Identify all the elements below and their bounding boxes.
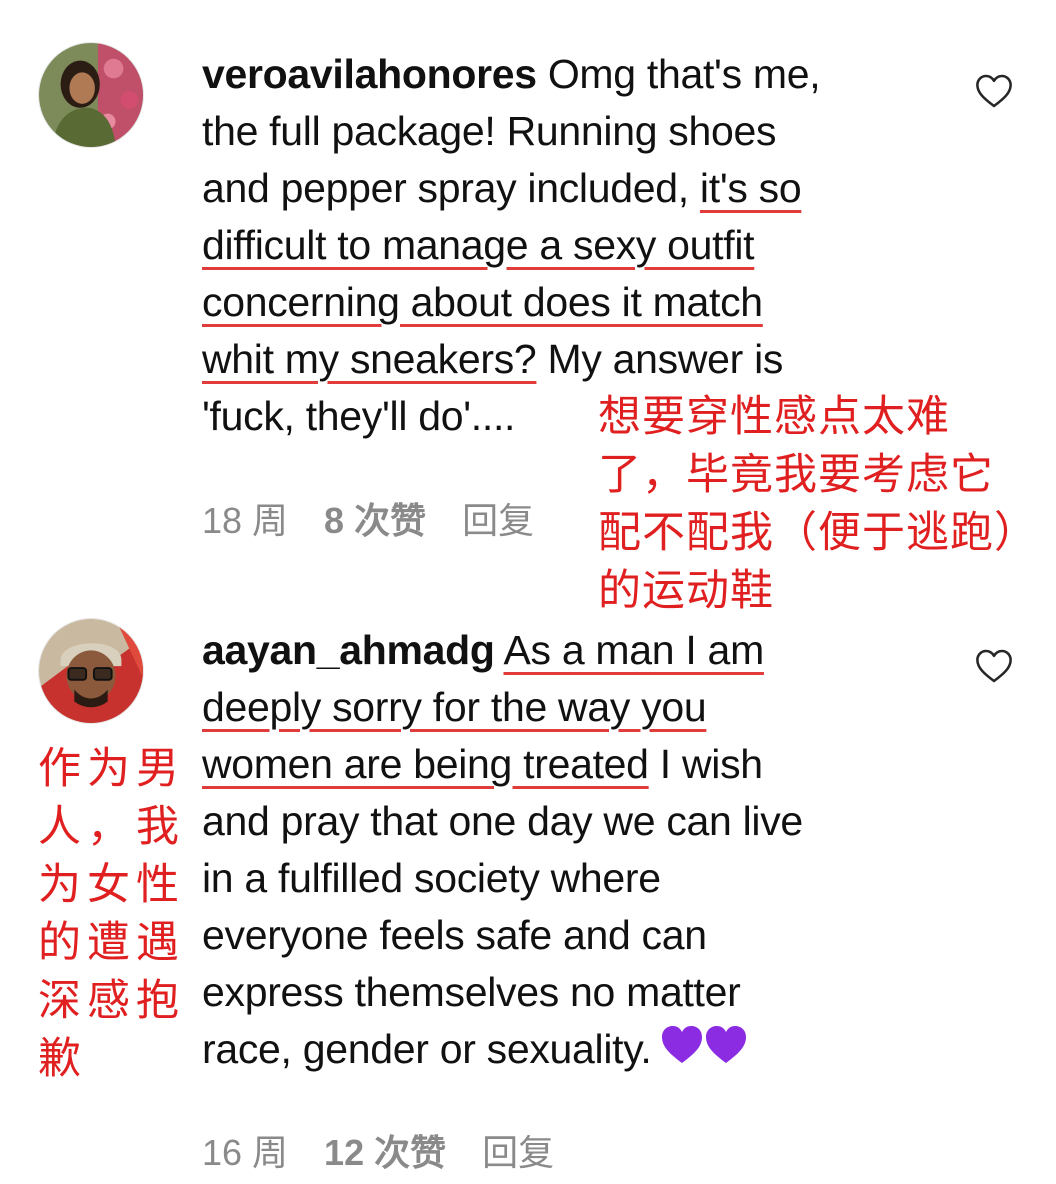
comment-body-segment: I wish <box>648 741 763 787</box>
avatar-photo-woman <box>39 43 143 147</box>
reply-button[interactable]: 回复 <box>462 500 534 541</box>
avatar-aayan-ahmadg[interactable] <box>38 618 144 724</box>
avatar-veroavilahonores[interactable] <box>38 42 144 148</box>
like-count[interactable]: 12 次赞 <box>324 1132 446 1173</box>
comment-body-segment: everyone feels safe and can <box>202 912 707 958</box>
comment-meta: 18 周 8 次赞 回复 <box>202 492 570 544</box>
underlined-segment: concerning about does it match <box>202 279 763 325</box>
avatar-photo-man <box>39 619 143 723</box>
underlined-segment: whit my sneakers? <box>202 336 537 382</box>
underlined-segment: women are being treated <box>202 741 649 787</box>
comment-username[interactable]: aayan_ahmadg <box>202 627 495 673</box>
reply-button[interactable]: 回复 <box>482 1132 554 1173</box>
purple-heart-emoji <box>660 1024 748 1081</box>
comment-text: aayan_ahmadg As a man I am deeply sorry … <box>202 622 922 1081</box>
comment-time: 18 周 <box>202 500 289 541</box>
red-annotation: 作为男人，我为女性的遭遇深感抱歉 <box>38 744 185 1084</box>
comment-body-segment: in a fulfilled society where <box>202 855 661 901</box>
comment-body-segment: and pepper spray included, <box>202 165 700 211</box>
red-annotation: 想要穿性感点太难了，毕竟我要考虑它配不配我（便于逃跑）的运动鞋 <box>598 392 1017 616</box>
underlined-segment: As a man I am <box>503 627 765 673</box>
comment-body-segment: My answer is <box>536 336 784 382</box>
underlined-segment: difficult to manage a sexy outfit <box>202 222 755 268</box>
comment-body-segment: race, gender or sexuality. <box>202 1026 652 1072</box>
purple-heart-icon <box>661 1025 746 1063</box>
like-count[interactable]: 8 次赞 <box>324 500 426 541</box>
comment-meta: 16 周 12 次赞 回复 <box>202 1124 590 1176</box>
comment-body-segment: express themselves no matter <box>202 969 741 1015</box>
heart-outline-icon[interactable] <box>975 73 1013 109</box>
underlined-segment: deeply sorry for the way you <box>202 684 707 730</box>
heart-outline-icon[interactable] <box>975 648 1013 684</box>
comment-text: veroavilahonores Omg that's me, the full… <box>202 46 922 445</box>
comment-username[interactable]: veroavilahonores <box>202 51 537 97</box>
comment-time: 16 周 <box>202 1132 289 1173</box>
comment-body-segment: Omg that's me, <box>547 51 821 97</box>
underlined-segment: it's so <box>699 165 802 211</box>
comment-body-segment: the full package! Running shoes <box>202 108 777 154</box>
comment-body-segment: and pray that one day we can live <box>202 798 803 844</box>
